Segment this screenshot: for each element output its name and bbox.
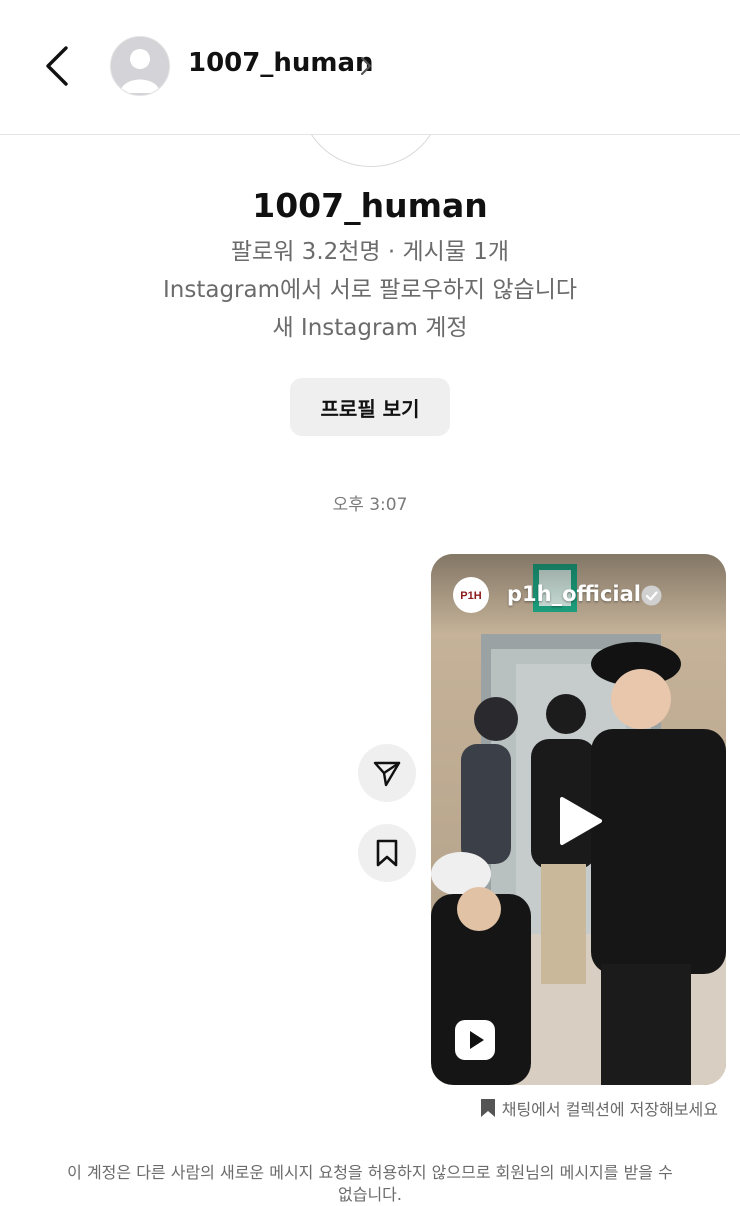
message-restriction-notice: 이 계정은 다른 사람의 새로운 메시지 요청을 허용하지 않으므로 회원님의 … (67, 1163, 673, 1204)
save-hint-text: 채팅에서 컬렉션에 저장해보세요 (501, 1100, 718, 1119)
chat-header: 1007_human (0, 0, 740, 135)
verified-badge-icon (641, 585, 662, 606)
account-note: 새 Instagram 계정 (272, 315, 468, 341)
reel-account-name[interactable]: p1h_official (507, 582, 641, 606)
profile-stats: 팔로워 3.2천명 · 게시물 1개 (230, 239, 510, 265)
reel-account-avatar[interactable]: P1H (453, 577, 489, 613)
follow-relationship: Instagram에서 서로 팔로우하지 않습니다 (162, 277, 578, 303)
bookmark-filled-icon (480, 1099, 495, 1117)
default-avatar-icon (111, 37, 169, 95)
header-username[interactable]: 1007_human (188, 48, 374, 78)
message-timestamp: 오후 3:07 (332, 495, 408, 515)
share-button[interactable] (358, 744, 416, 802)
profile-username: 1007_human (252, 186, 488, 225)
avatar[interactable] (110, 36, 170, 96)
view-profile-button[interactable]: 프로필 보기 (290, 378, 450, 436)
shared-reel-card[interactable]: P1H p1h_official (431, 554, 726, 1085)
reels-icon (455, 1020, 495, 1060)
svg-text:P1H: P1H (460, 590, 481, 602)
bookmark-icon (376, 839, 398, 867)
save-button[interactable] (358, 824, 416, 882)
send-icon (373, 761, 401, 787)
p1h-logo-icon: P1H (460, 590, 481, 602)
save-to-collection-hint[interactable]: 채팅에서 컬렉션에 저장해보세요 (480, 1096, 718, 1120)
play-icon[interactable] (556, 795, 604, 847)
chevron-left-icon[interactable] (38, 42, 82, 90)
chevron-right-icon[interactable] (358, 54, 374, 78)
